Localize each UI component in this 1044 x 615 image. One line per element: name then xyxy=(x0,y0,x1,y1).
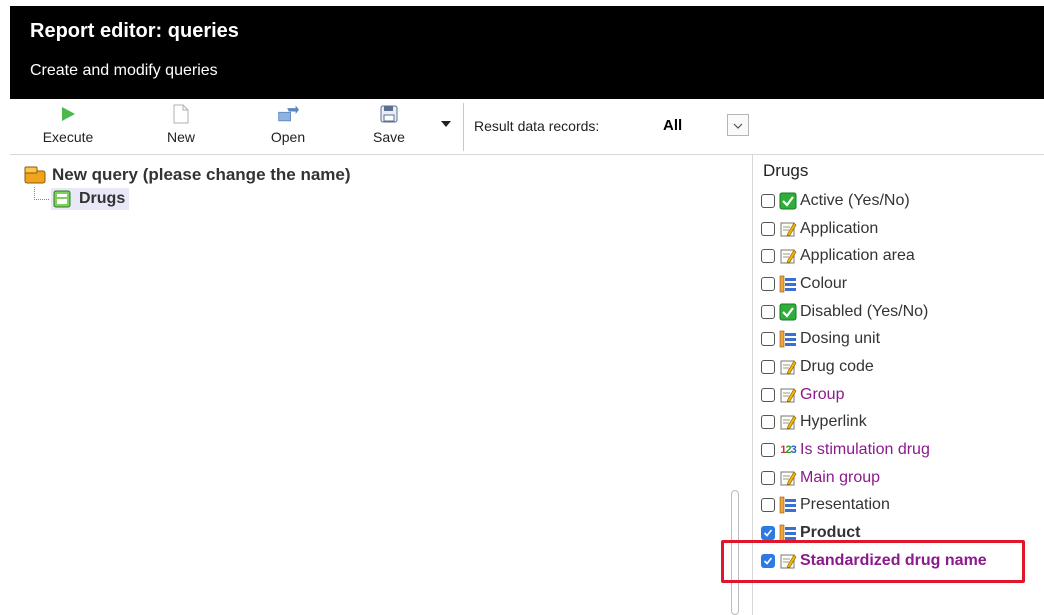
field-item[interactable]: Presentation xyxy=(761,492,987,520)
execute-label: Execute xyxy=(42,129,94,145)
field-label: Active (Yes/No) xyxy=(800,191,910,209)
field-label: Application area xyxy=(800,247,915,265)
tree-root-label: New query (please change the name) xyxy=(52,165,351,184)
boolean-check-icon xyxy=(778,191,798,211)
save-button[interactable]: Save xyxy=(354,103,424,149)
field-label: Is stimulation drug xyxy=(800,441,930,459)
field-checkbox[interactable] xyxy=(761,443,775,458)
field-checkbox[interactable] xyxy=(761,332,775,347)
list-icon xyxy=(778,495,798,515)
result-records-label: Result data records: xyxy=(474,118,600,134)
field-checkbox[interactable] xyxy=(761,498,775,513)
field-item[interactable]: Active (Yes/No) xyxy=(761,187,987,215)
field-label: Presentation xyxy=(800,496,890,514)
new-document-icon xyxy=(170,103,192,125)
text-edit-icon xyxy=(778,246,798,266)
save-label: Save xyxy=(373,129,405,145)
field-label: Dosing unit xyxy=(800,330,881,348)
field-checkbox[interactable] xyxy=(761,387,775,402)
page-header: Report editor: queries Create and modify… xyxy=(10,6,1044,99)
field-item[interactable]: 123 Is stimulation drug xyxy=(761,436,987,464)
boolean-check-icon xyxy=(778,302,798,322)
text-edit-icon xyxy=(778,357,798,377)
open-folder-icon xyxy=(277,103,299,125)
page-subtitle: Create and modify queries xyxy=(30,62,218,79)
tree-root-query[interactable]: New query (please change the name) xyxy=(24,165,351,185)
tree-connector xyxy=(34,187,49,200)
field-item[interactable]: Application area xyxy=(761,242,987,270)
new-label: New xyxy=(166,129,195,145)
tree-item-drugs[interactable]: Drugs xyxy=(51,188,130,210)
result-records-select[interactable] xyxy=(727,114,749,136)
field-checkbox[interactable] xyxy=(761,193,775,208)
field-label: Drug code xyxy=(800,357,874,375)
open-button[interactable]: Open xyxy=(253,103,323,149)
field-label: Colour xyxy=(800,274,848,292)
field-checkbox[interactable] xyxy=(761,304,775,319)
field-item[interactable]: Disabled (Yes/No) xyxy=(761,298,987,326)
field-label: Group xyxy=(800,385,845,403)
field-checkbox[interactable] xyxy=(761,415,775,430)
result-records-value[interactable]: All xyxy=(663,117,682,134)
list-icon xyxy=(778,329,798,349)
toolbar-separator xyxy=(463,103,464,151)
table-icon xyxy=(53,190,71,208)
field-checkbox[interactable] xyxy=(761,359,775,374)
fields-panel-title: Drugs xyxy=(763,161,809,180)
list-icon xyxy=(778,274,798,294)
field-checkbox[interactable] xyxy=(761,470,775,485)
save-disk-icon xyxy=(378,103,400,125)
field-item[interactable]: Colour xyxy=(761,270,987,298)
field-label: Hyperlink xyxy=(800,413,867,431)
chevron-down-icon xyxy=(733,116,743,134)
save-dropdown-arrow-icon[interactable] xyxy=(440,117,452,131)
field-checkbox[interactable] xyxy=(761,249,775,264)
field-checkbox[interactable] xyxy=(761,526,775,541)
field-label: Application xyxy=(800,219,879,237)
field-label: Main group xyxy=(800,468,881,486)
highlight-annotation xyxy=(721,540,1025,583)
field-item[interactable]: Dosing unit xyxy=(761,325,987,353)
field-list: Active (Yes/No) Application Application ar… xyxy=(761,187,987,575)
field-item[interactable]: Application xyxy=(761,215,987,243)
new-button[interactable]: New xyxy=(146,103,216,149)
text-edit-icon xyxy=(778,219,798,239)
page-title: Report editor: queries xyxy=(30,20,239,42)
open-label: Open xyxy=(270,129,306,145)
text-edit-icon xyxy=(778,468,798,488)
text-edit-icon xyxy=(778,412,798,432)
query-tree-pane: New query (please change the name) Drugs xyxy=(10,155,740,615)
field-item[interactable]: Hyperlink xyxy=(761,409,987,437)
database-query-icon xyxy=(24,166,46,184)
execute-button[interactable]: Execute xyxy=(33,103,103,149)
field-item[interactable]: Group xyxy=(761,381,987,409)
tree-item-label: Drugs xyxy=(79,190,126,207)
number-123-icon: 123 xyxy=(780,444,796,457)
field-checkbox[interactable] xyxy=(761,221,775,236)
field-label: Disabled (Yes/No) xyxy=(800,302,929,320)
field-item[interactable]: Drug code xyxy=(761,353,987,381)
field-item[interactable]: Main group xyxy=(761,464,987,492)
play-icon xyxy=(57,103,79,125)
field-checkbox[interactable] xyxy=(761,276,775,291)
toolbar: Execute New Open Save Result data record… xyxy=(10,99,1044,154)
text-edit-icon xyxy=(778,385,798,405)
